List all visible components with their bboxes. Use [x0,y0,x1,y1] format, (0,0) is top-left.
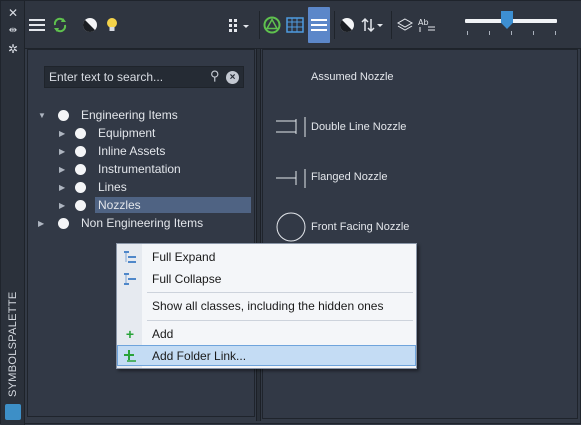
expand-toggle-icon[interactable]: ▼ [38,111,48,120]
class-dot-icon [75,163,86,175]
double-line-nozzle-icon [276,117,306,137]
tree-node-nozzles[interactable]: ▶ Nozzles [59,196,251,214]
expand-toggle-icon[interactable]: ▶ [59,147,69,156]
symbol-flanged-nozzle[interactable]: Flanged Nozzle [311,171,387,183]
menu-icon[interactable] [27,15,47,35]
tree-node-lines[interactable]: ▶ Lines [59,178,130,196]
symbol-double-line-nozzle[interactable]: Double Line Nozzle [311,121,406,133]
grid-dropdown-icon[interactable] [227,15,253,35]
palette-app-icon[interactable] [5,404,21,420]
symbol-front-facing-nozzle[interactable]: Front Facing Nozzle [311,221,409,233]
expand-toggle-icon[interactable]: ▶ [59,129,69,138]
search-box: ⚲ × [44,66,244,88]
toolbar-separator [334,11,335,39]
class-dot-icon [75,181,86,193]
front-facing-nozzle-icon [276,212,306,242]
list-view-icon[interactable] [308,7,330,43]
search-input[interactable] [49,69,205,85]
collapse-tree-icon [123,272,137,286]
table-view-icon[interactable] [285,15,305,35]
context-menu: Full Expand Full Collapse Show all class… [116,243,417,369]
svg-text:Ab: Ab [418,18,429,27]
tree-node-label-selected: Nozzles [95,197,251,213]
settings-icon[interactable]: ✲ [7,43,19,55]
menu-item-add-folder-link[interactable]: Add Folder Link... [117,345,416,366]
contrast-icon[interactable] [80,15,100,35]
tree-node-engineering-items[interactable]: ▼ Engineering Items [38,106,181,124]
expand-toggle-icon[interactable]: ▶ [59,165,69,174]
class-dot-icon [75,145,86,157]
flanged-nozzle-icon [276,169,306,188]
add-icon: + [125,325,135,342]
layers-icon[interactable] [395,15,415,35]
contrast-icon[interactable] [337,15,357,35]
tree-node-label: Instrumentation [98,162,181,176]
class-dot-icon [75,199,86,211]
expand-toggle-icon[interactable]: ▶ [59,201,69,210]
expand-tree-icon [123,250,137,264]
search-icon[interactable]: ⚲ [210,68,220,84]
tree-node-label: Equipment [98,126,156,140]
menu-separator [147,320,413,321]
palette-title-bar: ✕ ⇹ ✲ SYMBOLSPALETTE [1,1,25,425]
add-folder-link-icon [123,349,137,363]
text-list-icon[interactable]: Ab [417,15,437,35]
palette-title: SYMBOLSPALETTE [7,291,19,397]
tree-node-non-engineering-items[interactable]: ▶ Non Engineering Items [38,214,206,232]
expand-toggle-icon[interactable]: ▶ [59,183,69,192]
toolbar: Ab [25,1,581,49]
menu-item-add[interactable]: + Add [119,323,415,344]
class-dot-icon [75,127,86,139]
tree-node-inline-assets[interactable]: ▶ Inline Assets [59,142,168,160]
menu-separator [147,292,413,293]
class-dot-icon [58,217,69,229]
menu-item-show-all-classes[interactable]: Show all classes, including the hidden o… [119,295,415,316]
symbol-assumed-nozzle[interactable]: Assumed Nozzle [311,71,394,83]
zoom-slider-ticks [467,31,557,35]
tree-node-label: Inline Assets [98,144,166,158]
triangle-circle-icon[interactable] [262,15,282,35]
sort-icon[interactable] [360,15,386,35]
menu-item-full-expand[interactable]: Full Expand [119,246,415,267]
refresh-icon[interactable] [50,15,70,35]
toolbar-separator [391,11,392,39]
class-dot-icon [58,109,69,121]
tree-node-instrumentation[interactable]: ▶ Instrumentation [59,160,184,178]
close-icon[interactable]: ✕ [7,7,19,19]
auto-hide-icon[interactable]: ⇹ [7,25,19,37]
zoom-slider-thumb[interactable] [501,11,513,29]
expand-toggle-icon[interactable]: ▶ [38,219,48,228]
tree-node-equipment[interactable]: ▶ Equipment [59,124,158,142]
tree-node-label: Non Engineering Items [81,216,204,230]
clear-search-icon[interactable]: × [226,71,239,84]
toolbar-separator [259,11,260,39]
menu-item-full-collapse[interactable]: Full Collapse [119,268,415,289]
symbol-palette-window: ✕ ⇹ ✲ SYMBOLSPALETTE Ab Enter text to se… [0,0,581,425]
tree-node-label: Lines [98,180,127,194]
tree-node-label: Engineering Items [81,108,178,122]
bulb-icon[interactable] [102,15,122,35]
